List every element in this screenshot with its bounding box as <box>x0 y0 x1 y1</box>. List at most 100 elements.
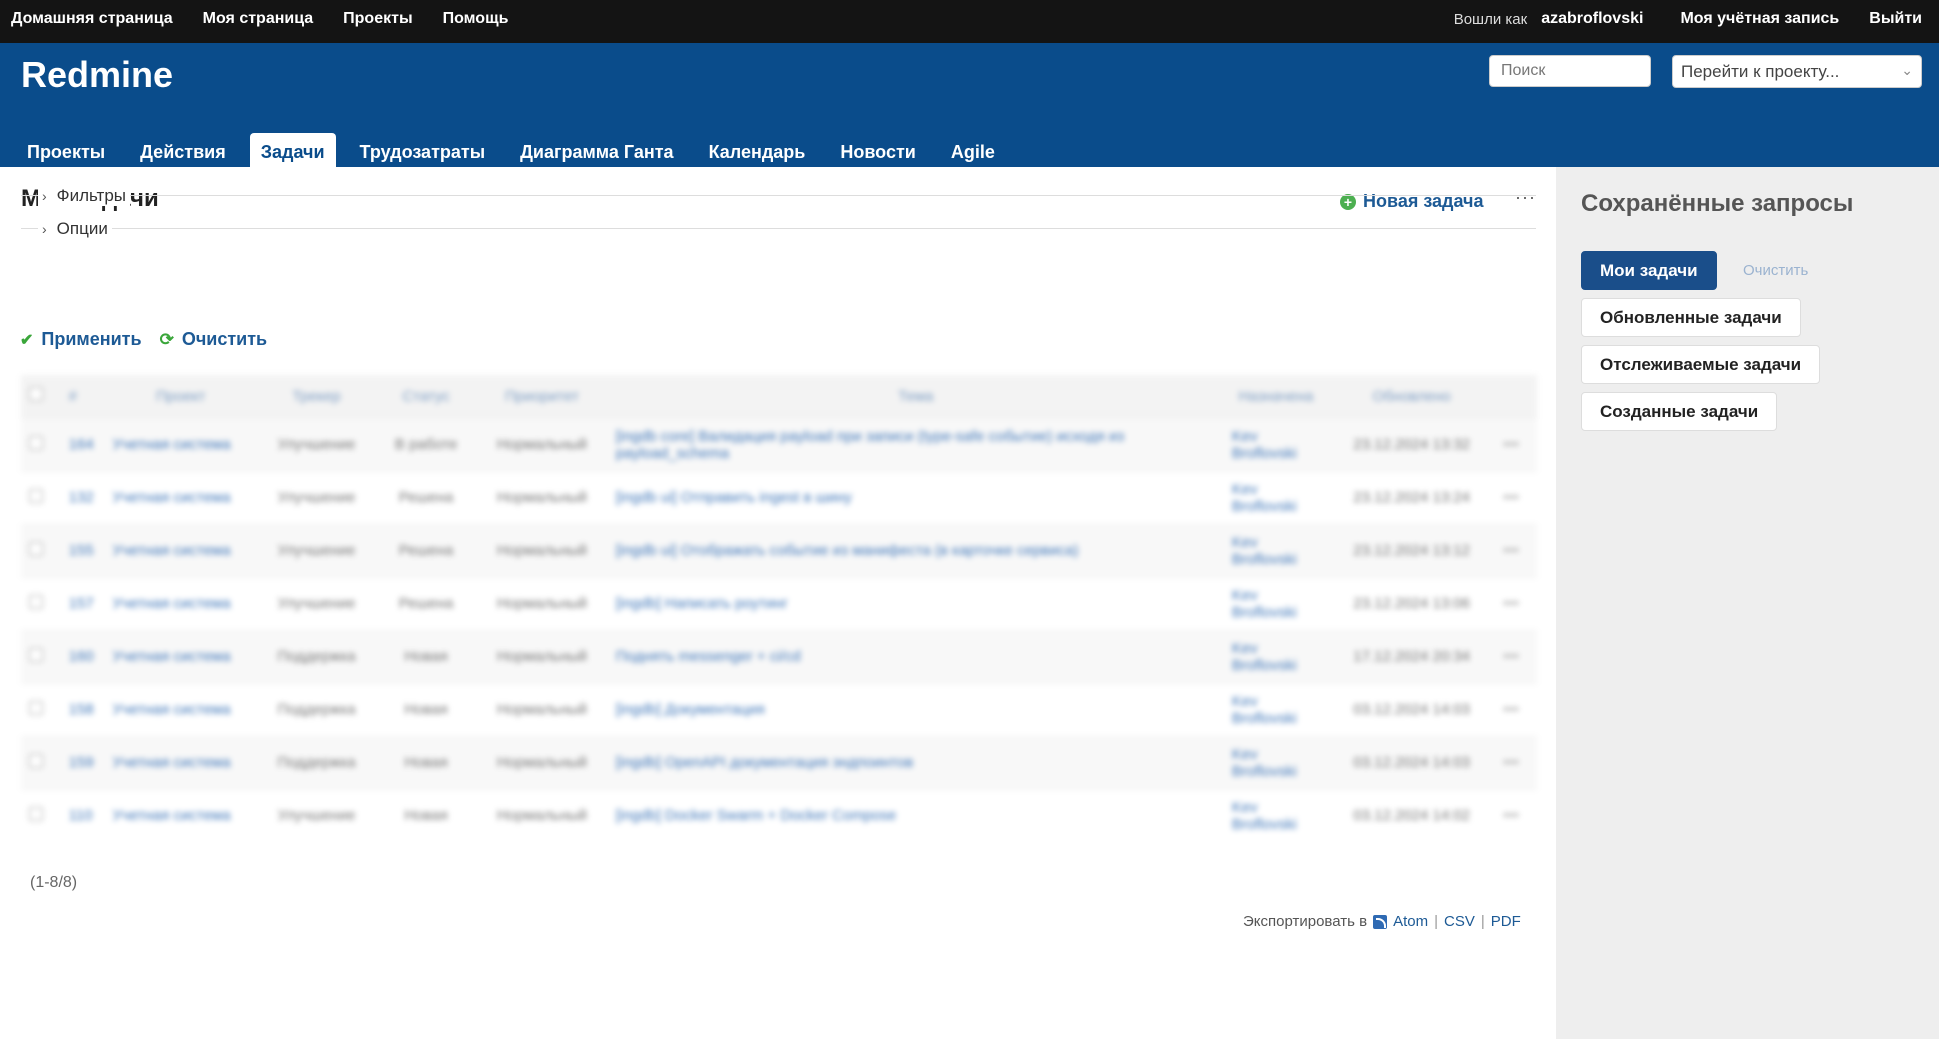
options-toggle[interactable]: › Опции <box>38 219 112 239</box>
table-row[interactable]: 157 Учетная система Улучшение Решена Нормаль… <box>21 576 1537 630</box>
my-account-link[interactable]: Моя учётная запись <box>1680 10 1839 28</box>
column-header-subject[interactable]: Тема <box>607 375 1224 418</box>
row-actions-icon[interactable]: ••• <box>1495 417 1537 471</box>
filters-toggle[interactable]: › Фильтры <box>38 186 130 206</box>
query-updated-issues[interactable]: Обновленные задачи <box>1581 298 1801 337</box>
top-menu-help-link[interactable]: Помощь <box>443 10 509 28</box>
tab-projects[interactable]: Проекты <box>16 133 116 167</box>
sidebar-title: Сохранённые запросы <box>1581 190 1854 217</box>
row-actions-icon[interactable]: ••• <box>1495 735 1537 789</box>
row-actions-icon[interactable]: ••• <box>1495 629 1537 683</box>
issue-project[interactable]: Учетная система <box>104 417 257 471</box>
issue-subject[interactable]: [ingdb ui] Отправить ingest в шину <box>607 470 1224 524</box>
tab-agile[interactable]: Agile <box>940 133 1006 167</box>
table-row[interactable]: 132 Учетная система Улучшение Решена Нормаль… <box>21 470 1537 524</box>
row-actions-icon[interactable]: ••• <box>1495 788 1537 842</box>
tab-gantt[interactable]: Диаграмма Ганта <box>509 133 684 167</box>
issue-subject[interactable]: [ingdb ui] Отображать событие из манифес… <box>607 523 1224 577</box>
row-checkbox[interactable] <box>21 417 61 471</box>
issue-id[interactable]: 110 <box>60 788 105 842</box>
issue-assignee[interactable]: Kev Broflovski <box>1223 788 1329 842</box>
tab-activity[interactable]: Действия <box>129 133 237 167</box>
issue-subject[interactable]: [ingdb] Написать роутинг <box>607 576 1224 630</box>
row-actions-icon[interactable]: ••• <box>1495 682 1537 736</box>
issue-id[interactable]: 164 <box>60 417 105 471</box>
issue-updated: 23.12.2024 13:32 <box>1328 417 1496 471</box>
column-header-tracker[interactable]: Трекер <box>256 375 376 418</box>
tab-time-entries[interactable]: Трудозатраты <box>349 133 497 167</box>
export-pdf-link[interactable]: PDF <box>1491 913 1521 930</box>
issue-subject[interactable]: [ingdb core] Валидация payload при запис… <box>607 417 1224 471</box>
issue-id[interactable]: 159 <box>60 735 105 789</box>
username-link[interactable]: azabroflovski <box>1541 10 1643 28</box>
row-checkbox[interactable] <box>21 629 61 683</box>
issue-project[interactable]: Учетная система <box>104 629 257 683</box>
table-row[interactable]: 155 Учетная система Улучшение Решена Нормаль… <box>21 523 1537 577</box>
issue-assignee[interactable]: Kev Broflovski <box>1223 682 1329 736</box>
logout-link[interactable]: Выйти <box>1869 10 1922 28</box>
column-header-priority[interactable]: Приоритет <box>476 375 608 418</box>
issue-project[interactable]: Учетная система <box>104 788 257 842</box>
row-actions-icon[interactable]: ••• <box>1495 470 1537 524</box>
issue-subject[interactable]: [ingdb] OpenAPI документация эндпоинтов <box>607 735 1224 789</box>
row-checkbox[interactable] <box>21 735 61 789</box>
issue-subject[interactable]: [ingdb] Документация <box>607 682 1224 736</box>
select-all-checkbox[interactable] <box>21 375 61 418</box>
app-title[interactable]: Redmine <box>21 54 173 96</box>
tab-calendar[interactable]: Календарь <box>698 133 817 167</box>
issue-project[interactable]: Учетная система <box>104 576 257 630</box>
table-row[interactable]: 158 Учетная система Поддержка Новая Нормальн… <box>21 682 1537 736</box>
tab-news[interactable]: Новости <box>829 133 926 167</box>
query-watched-issues[interactable]: Отслеживаемые задачи <box>1581 345 1821 384</box>
issue-subject[interactable]: Поднять messenger + ci/cd <box>607 629 1224 683</box>
table-row[interactable]: 159 Учетная система Поддержка Новая Нормальн… <box>21 735 1537 789</box>
row-actions-icon[interactable]: ••• <box>1495 523 1537 577</box>
project-jump-select[interactable]: Перейти к проекту... ⌄ <box>1672 55 1922 88</box>
issue-assignee[interactable]: Kev Broflovski <box>1223 576 1329 630</box>
clear-query-link[interactable]: Очистить <box>1743 262 1808 279</box>
row-checkbox[interactable] <box>21 470 61 524</box>
issue-project[interactable]: Учетная система <box>104 470 257 524</box>
issue-subject[interactable]: [ingdb] Docker Swarm + Docker Compose <box>607 788 1224 842</box>
query-reported-issues[interactable]: Созданные задачи <box>1581 392 1778 431</box>
table-row[interactable]: 164 Учетная система Улучшение В работе Норма… <box>21 417 1537 471</box>
issue-project[interactable]: Учетная система <box>104 682 257 736</box>
column-header-status[interactable]: Статус <box>375 375 477 418</box>
more-actions-icon[interactable]: ··· <box>1515 187 1536 208</box>
apply-label: Применить <box>41 329 142 349</box>
issue-id[interactable]: 132 <box>60 470 105 524</box>
row-checkbox[interactable] <box>21 523 61 577</box>
query-my-issues[interactable]: Мои задачи <box>1581 251 1717 290</box>
column-header-project[interactable]: Проект <box>104 375 257 418</box>
tab-issues[interactable]: Задачи <box>249 133 336 167</box>
issue-project[interactable]: Учетная система <box>104 523 257 577</box>
issue-assignee[interactable]: Kev Broflovski <box>1223 629 1329 683</box>
issue-id[interactable]: 157 <box>60 576 105 630</box>
issue-assignee[interactable]: Kev Broflovski <box>1223 523 1329 577</box>
export-label: Экспортировать в <box>1243 913 1368 930</box>
issue-id[interactable]: 155 <box>60 523 105 577</box>
export-atom-link[interactable]: Atom <box>1393 913 1428 930</box>
row-checkbox[interactable] <box>21 788 61 842</box>
top-menu-home-link[interactable]: Домашняя страница <box>11 10 173 28</box>
table-row[interactable]: 110 Учетная система Улучшение Новая Нормальн… <box>21 788 1537 842</box>
table-row[interactable]: 160 Учетная система Поддержка Новая Нормальн… <box>21 629 1537 683</box>
issue-id[interactable]: 160 <box>60 629 105 683</box>
apply-button[interactable]: ✔ Применить <box>20 329 142 350</box>
row-actions-icon[interactable]: ••• <box>1495 576 1537 630</box>
search-input[interactable] <box>1489 55 1651 87</box>
column-header-assignee[interactable]: Назначена <box>1223 375 1329 418</box>
issue-assignee[interactable]: Kev Broflovski <box>1223 470 1329 524</box>
issue-assignee[interactable]: Kev Broflovski <box>1223 417 1329 471</box>
export-csv-link[interactable]: CSV <box>1444 913 1475 930</box>
top-menu-projects-link[interactable]: Проекты <box>343 10 412 28</box>
issue-project[interactable]: Учетная система <box>104 735 257 789</box>
column-header-updated[interactable]: Обновлено <box>1328 375 1496 418</box>
row-checkbox[interactable] <box>21 682 61 736</box>
issue-id[interactable]: 158 <box>60 682 105 736</box>
issue-assignee[interactable]: Kev Broflovski <box>1223 735 1329 789</box>
row-checkbox[interactable] <box>21 576 61 630</box>
top-menu-my-page-link[interactable]: Моя страница <box>203 10 314 28</box>
column-header-id[interactable]: # <box>60 375 105 418</box>
clear-button[interactable]: ⟳ Очистить <box>160 329 268 350</box>
